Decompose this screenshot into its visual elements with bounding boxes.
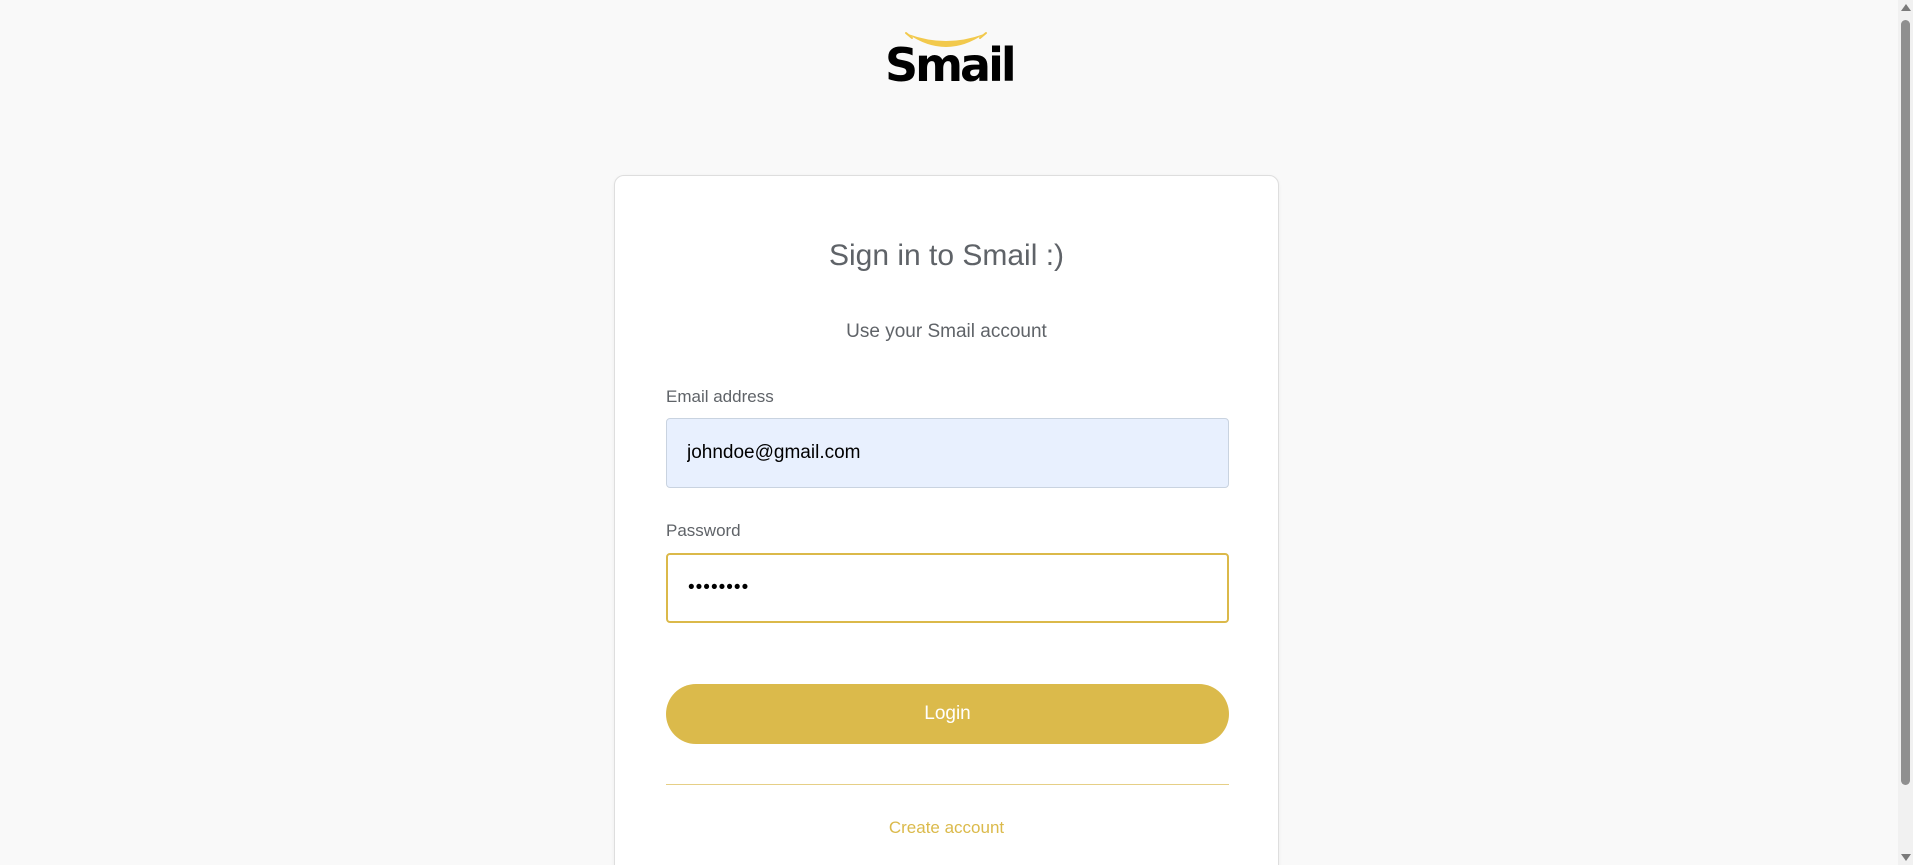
password-label: Password [666,521,741,540]
login-button[interactable]: Login [666,684,1229,744]
email-label: Email address [666,387,774,406]
scroll-down-icon[interactable] [1901,854,1911,861]
create-account-link[interactable]: Create account [615,818,1278,838]
email-field[interactable] [666,418,1229,488]
login-page: Smail Sign in to Smail :) Use your Smail… [0,0,1913,865]
login-card: Sign in to Smail :) Use your Smail accou… [614,175,1279,865]
scrollbar-thumb[interactable] [1901,20,1910,785]
page-subtitle: Use your Smail account [846,321,1047,342]
logo-text: Smail [885,38,1017,92]
scroll-up-icon[interactable] [1901,4,1911,11]
divider [666,784,1229,785]
page-title: Sign in to Smail :) [828,239,1065,272]
password-field[interactable] [666,553,1229,623]
vertical-scrollbar[interactable] [1898,0,1913,865]
smail-logo: Smail [885,28,1017,92]
